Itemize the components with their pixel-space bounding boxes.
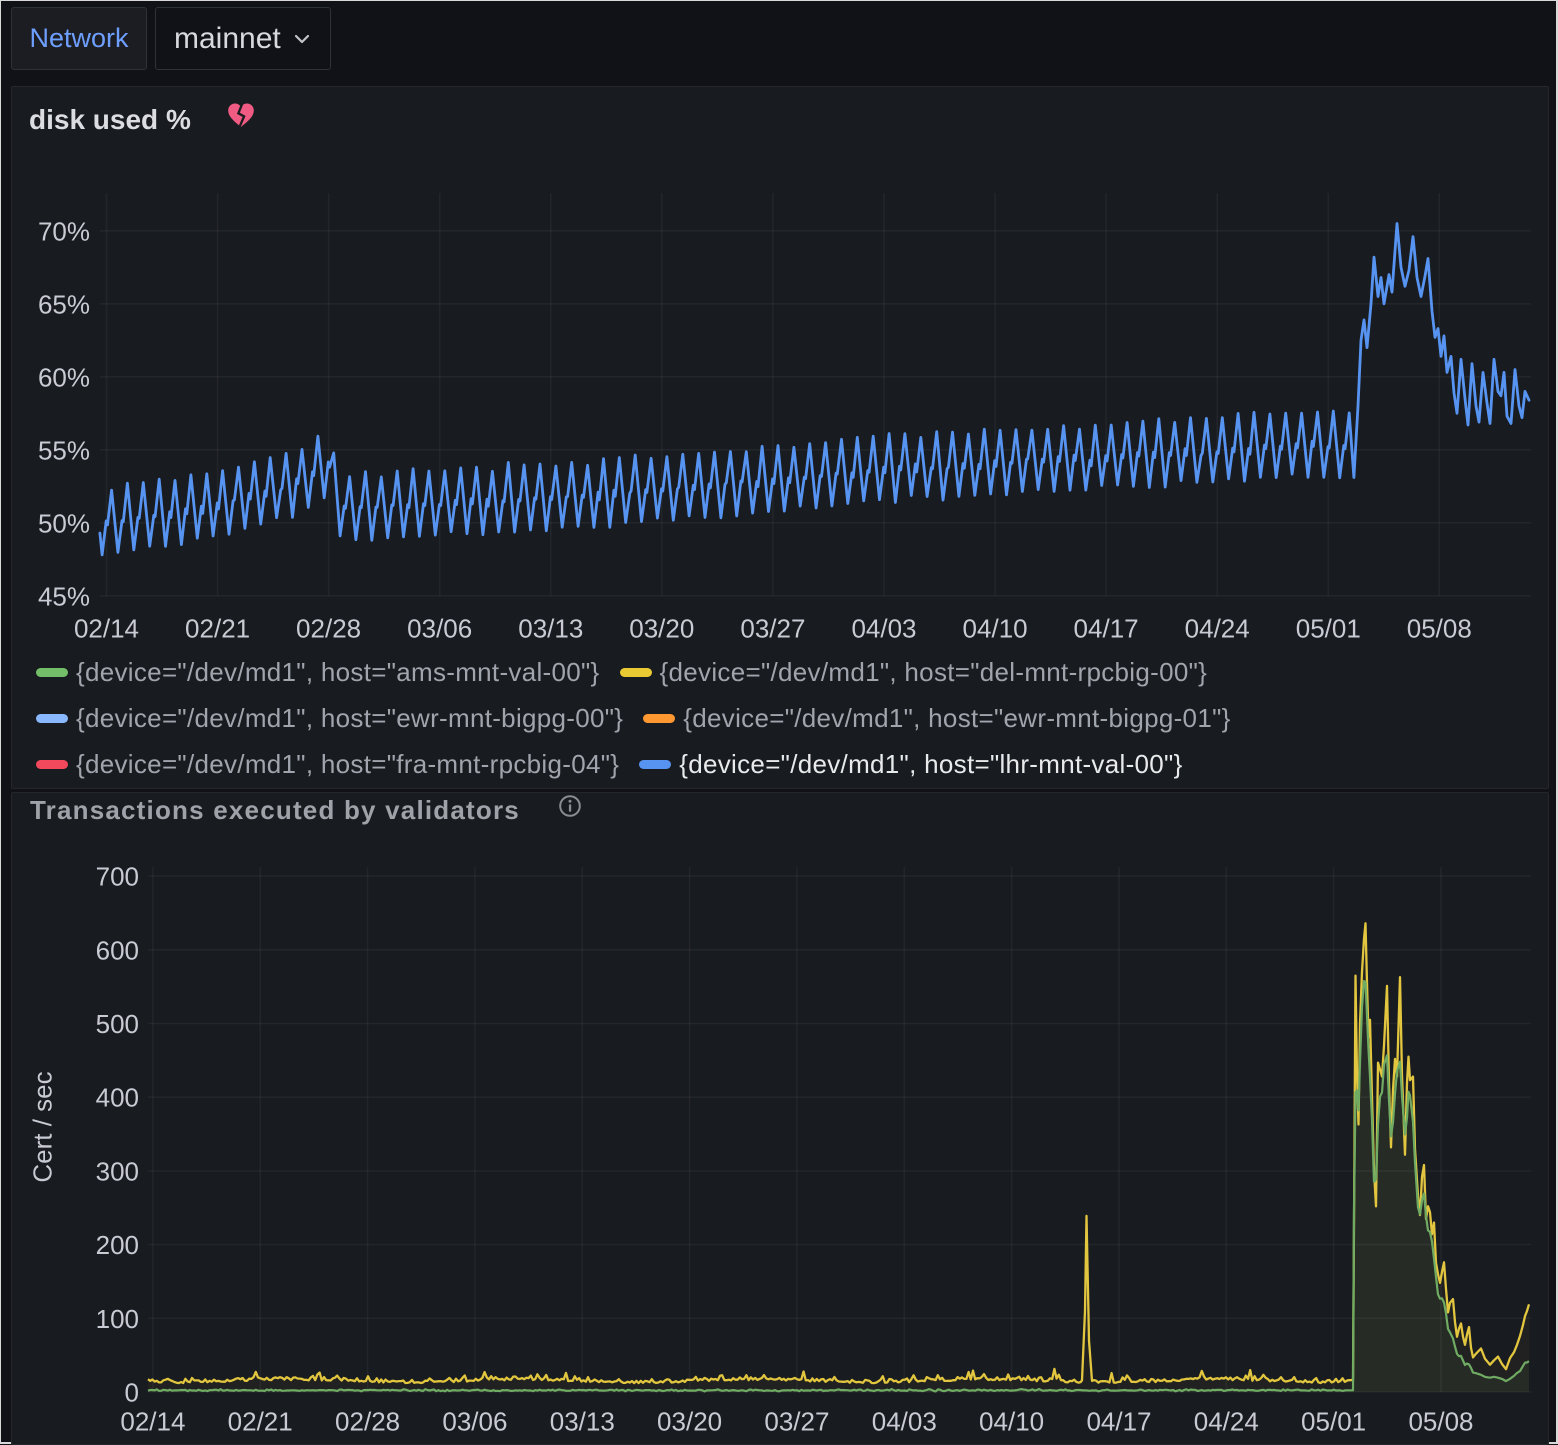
svg-text:03/06: 03/06 [442,1407,507,1437]
svg-text:04/10: 04/10 [963,614,1028,644]
svg-text:02/14: 02/14 [74,614,139,644]
svg-text:05/01: 05/01 [1296,614,1361,644]
svg-text:02/28: 02/28 [335,1407,400,1437]
svg-text:03/20: 03/20 [629,614,694,644]
svg-text:300: 300 [96,1156,139,1186]
svg-text:04/10: 04/10 [979,1407,1044,1437]
svg-text:02/21: 02/21 [185,614,250,644]
svg-text:02/14: 02/14 [120,1407,185,1437]
svg-text:70%: 70% [38,216,90,246]
svg-text:05/08: 05/08 [1408,1407,1473,1437]
svg-text:200: 200 [96,1230,139,1260]
svg-text:04/24: 04/24 [1194,1407,1259,1437]
svg-text:03/27: 03/27 [740,614,805,644]
svg-text:03/13: 03/13 [550,1407,615,1437]
svg-text:03/27: 03/27 [764,1407,829,1437]
svg-text:04/03: 04/03 [872,1407,937,1437]
svg-text:05/01: 05/01 [1301,1407,1366,1437]
svg-text:50%: 50% [38,508,90,538]
svg-text:700: 700 [96,862,139,892]
svg-text:04/17: 04/17 [1074,614,1139,644]
svg-text:600: 600 [96,935,139,965]
svg-text:500: 500 [96,1009,139,1039]
svg-text:02/28: 02/28 [296,614,361,644]
svg-text:55%: 55% [38,435,90,465]
svg-text:05/08: 05/08 [1407,614,1472,644]
svg-text:100: 100 [96,1304,139,1334]
svg-text:400: 400 [96,1083,139,1113]
svg-text:45%: 45% [38,581,90,611]
svg-text:60%: 60% [38,362,90,392]
svg-text:04/24: 04/24 [1185,614,1250,644]
svg-text:03/20: 03/20 [657,1407,722,1437]
svg-text:0: 0 [125,1378,139,1408]
svg-text:65%: 65% [38,289,90,319]
svg-text:02/21: 02/21 [228,1407,293,1437]
svg-text:03/13: 03/13 [518,614,583,644]
svg-text:04/17: 04/17 [1086,1407,1151,1437]
svg-text:03/06: 03/06 [407,614,472,644]
svg-text:04/03: 04/03 [851,614,916,644]
